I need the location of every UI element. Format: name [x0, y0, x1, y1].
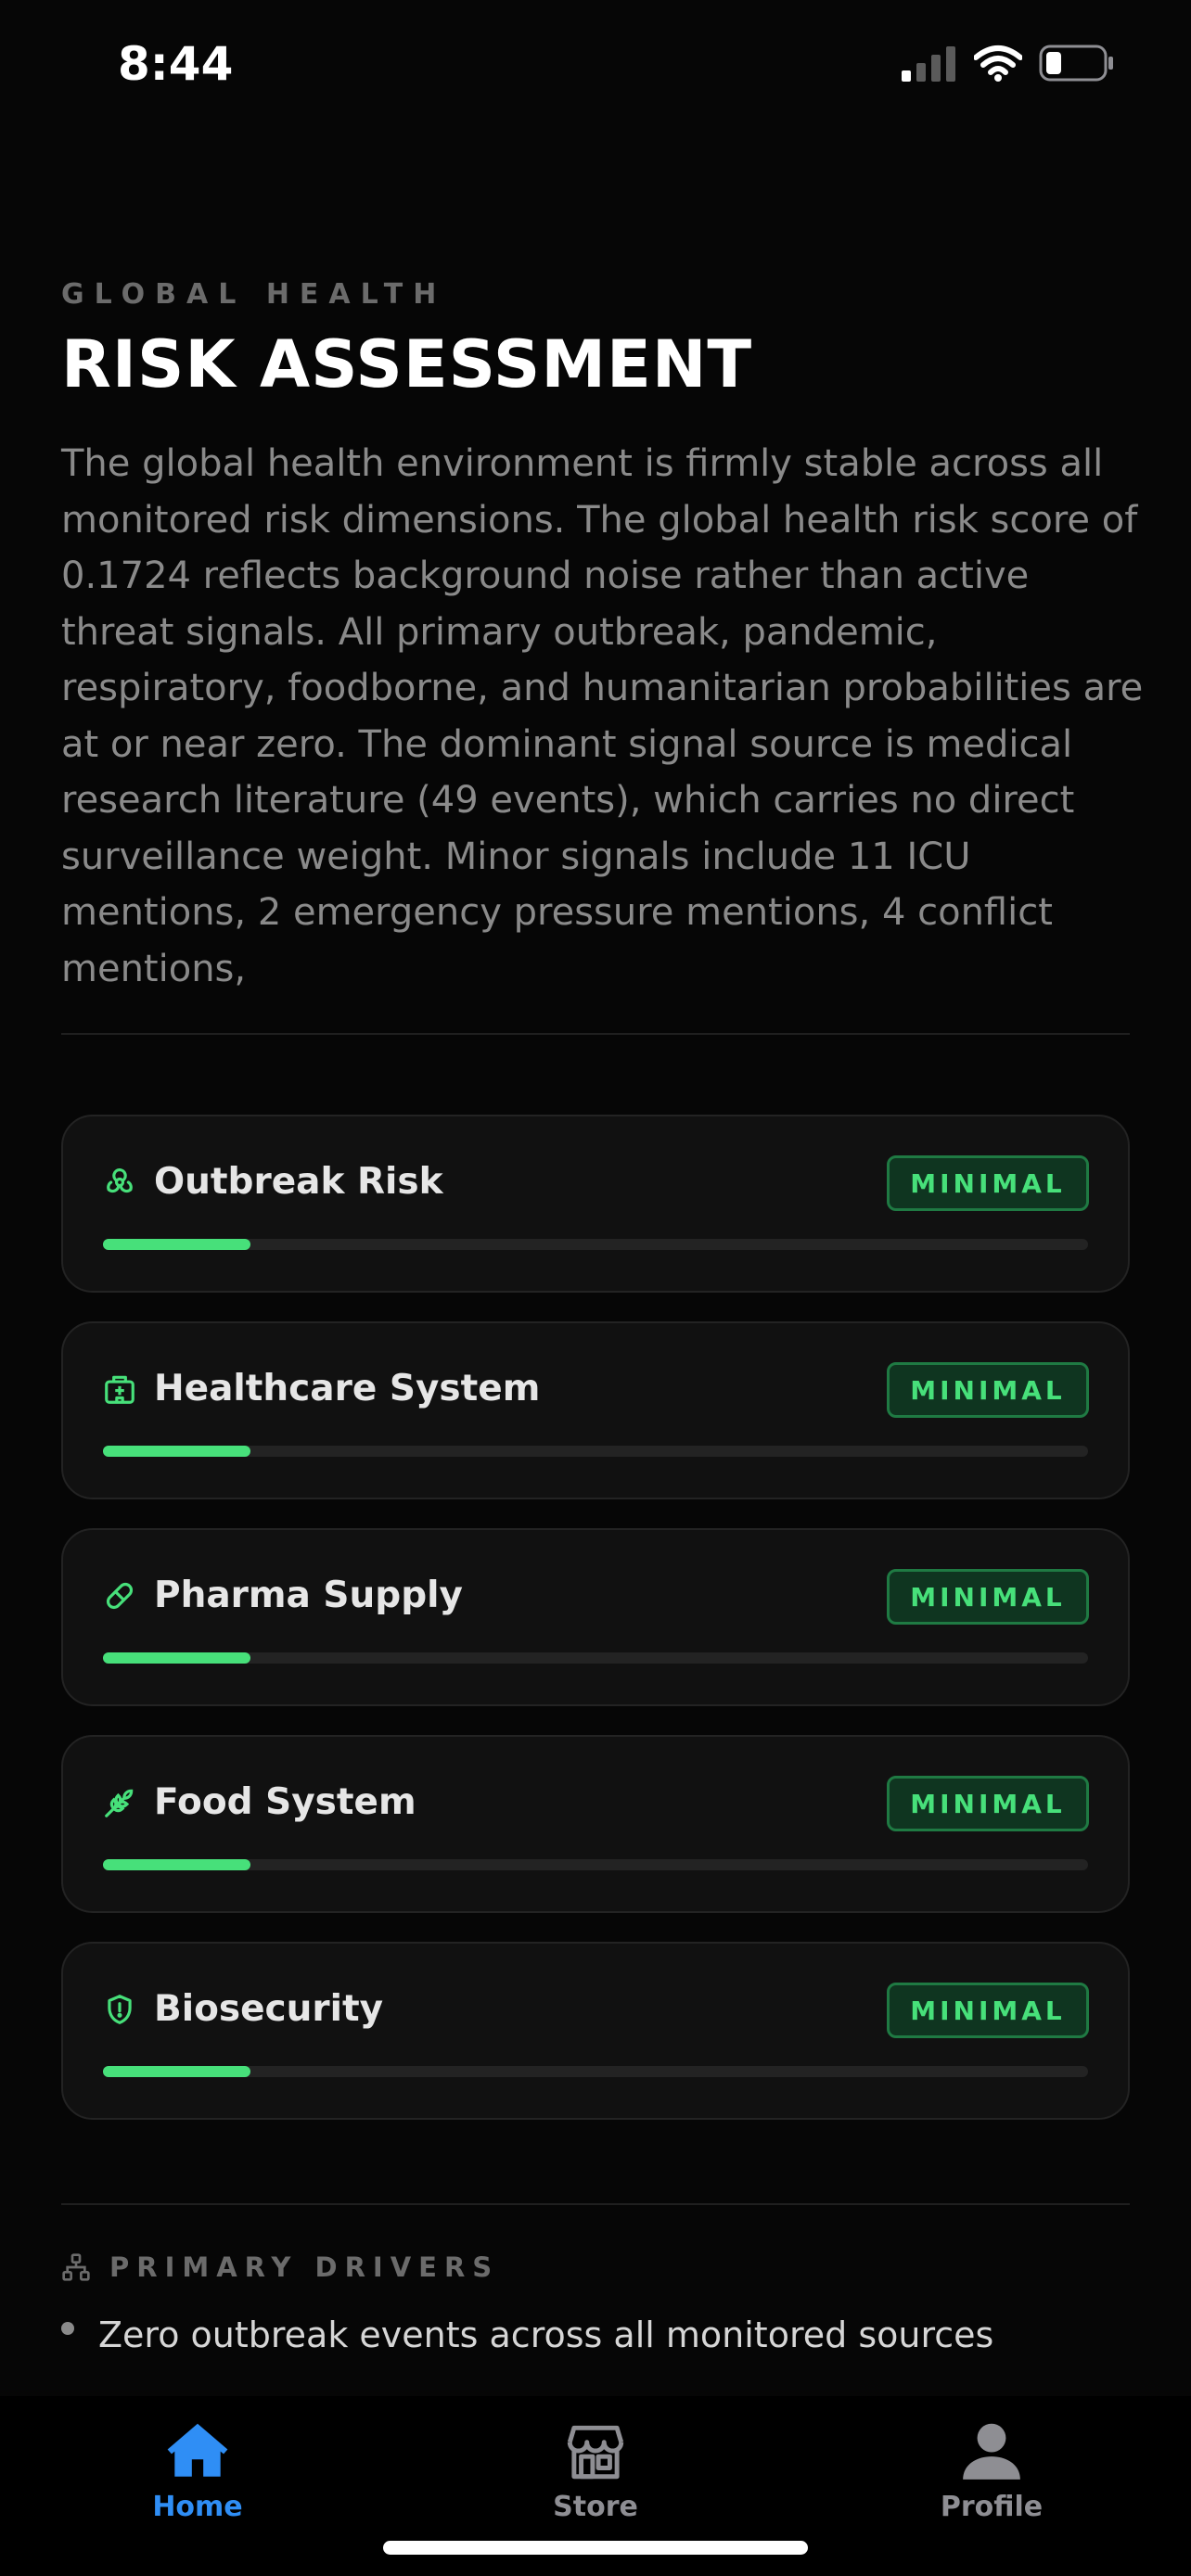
risk-level-track [103, 1239, 1088, 1250]
risk-card-healthcare-system[interactable]: Healthcare System MINIMAL [61, 1321, 1130, 1499]
status-badge: MINIMAL [887, 1983, 1089, 2038]
risk-card-food-system[interactable]: Food System MINIMAL [61, 1735, 1130, 1913]
risk-level-track [103, 1652, 1088, 1664]
status-icons [902, 45, 1115, 82]
driver-text: Zero outbreak events across all monitore… [98, 2315, 994, 2355]
cellular-signal-icon [902, 46, 955, 82]
risk-card-title: Biosecurity [154, 1988, 384, 2030]
risk-level-track [103, 1446, 1088, 1457]
shield-alert-icon [108, 1995, 132, 2024]
wheat-icon [105, 1789, 134, 1817]
risk-level-fill [103, 1446, 251, 1457]
primary-drivers-header: PRIMARY DRIVERS [61, 2251, 499, 2283]
risk-level-fill [103, 2066, 251, 2077]
risk-card-biosecurity[interactable]: Biosecurity MINIMAL [61, 1942, 1130, 2120]
hospital-icon [105, 1375, 134, 1404]
status-badge: MINIMAL [887, 1569, 1089, 1625]
battery-icon [1039, 45, 1113, 82]
screen: 8:44 GLOBAL HEALTH RISK ASSESSMENT The g… [0, 0, 1191, 2576]
status-time: 8:44 [118, 37, 234, 91]
risk-card-title: Pharma Supply [154, 1575, 463, 1616]
tab-label: Profile [940, 2491, 1044, 2523]
risk-level-track [103, 1859, 1088, 1870]
pill-icon [106, 1582, 134, 1610]
status-badge: MINIMAL [887, 1776, 1089, 1831]
biohazard-icon [107, 1167, 133, 1193]
risk-card-outbreak[interactable]: Outbreak Risk MINIMAL [61, 1115, 1130, 1293]
divider [61, 2203, 1130, 2205]
tab-label: Store [553, 2491, 638, 2523]
assessment-summary: The global health environment is firmly … [61, 442, 1144, 990]
person-icon [963, 2423, 1020, 2480]
bullet [61, 2322, 74, 2335]
risk-level-fill [103, 1859, 251, 1870]
divider [61, 1033, 1130, 1035]
list-item: Zero outbreak events across all monitore… [61, 2315, 993, 2355]
status-badge: MINIMAL [887, 1155, 1089, 1211]
page-title: RISK ASSESSMENT [61, 326, 753, 402]
house-icon [167, 2423, 228, 2477]
storefront-icon [567, 2425, 624, 2480]
risk-card-title: Outbreak Risk [154, 1161, 443, 1203]
risk-card-title: Healthcare System [154, 1368, 541, 1409]
tab-store[interactable]: Store [493, 2417, 698, 2523]
home-indicator [383, 2541, 808, 2555]
status-badge: MINIMAL [887, 1362, 1089, 1418]
risk-level-track [103, 2066, 1088, 2077]
network-icon [62, 2253, 90, 2281]
primary-drivers-label: PRIMARY DRIVERS [109, 2251, 500, 2283]
risk-level-fill [103, 1239, 251, 1250]
risk-card-title: Food System [154, 1781, 416, 1823]
risk-level-fill [103, 1652, 251, 1664]
wifi-icon [974, 45, 1022, 82]
risk-card-list: Outbreak Risk MINIMAL Healthcare System … [61, 1115, 1130, 2149]
section-eyebrow: GLOBAL HEALTH [61, 278, 447, 311]
tab-home[interactable]: Home [96, 2417, 300, 2523]
tab-profile[interactable]: Profile [890, 2417, 1094, 2523]
tab-label: Home [152, 2491, 243, 2523]
status-bar: 8:44 [0, 0, 1191, 139]
risk-card-pharma-supply[interactable]: Pharma Supply MINIMAL [61, 1528, 1130, 1706]
